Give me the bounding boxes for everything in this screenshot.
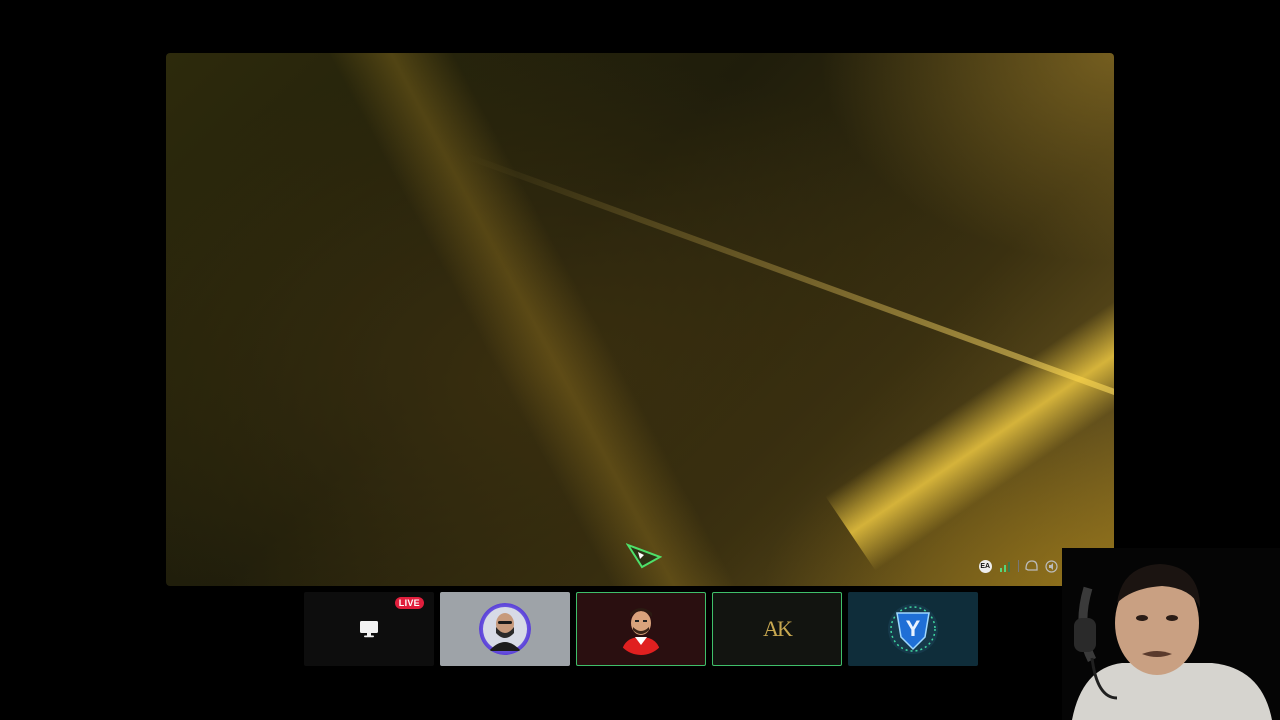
svg-text:Y: Y bbox=[906, 616, 921, 641]
participant-strip: LIVE AK Y bbox=[304, 592, 978, 666]
webcam-feed bbox=[1062, 548, 1280, 720]
helmet-icon[interactable] bbox=[1025, 559, 1039, 573]
ak-logo-avatar: AK bbox=[763, 616, 793, 641]
light-beam bbox=[825, 205, 1114, 571]
live-badge: LIVE bbox=[394, 597, 424, 609]
screen-share-tile[interactable]: LIVE bbox=[304, 592, 434, 666]
bald-man-avatar bbox=[479, 603, 531, 655]
divider bbox=[1017, 560, 1019, 572]
participant-tile[interactable] bbox=[440, 592, 570, 666]
light-beam bbox=[286, 53, 740, 586]
y-shield-avatar: Y bbox=[888, 604, 938, 654]
participant-tile[interactable] bbox=[576, 592, 706, 666]
red-jersey-avatar bbox=[621, 608, 661, 655]
stream-stage[interactable]: EA 1 bbox=[166, 53, 1114, 586]
ea-icon: EA bbox=[978, 559, 992, 573]
light-streak bbox=[464, 153, 1114, 419]
speaker-icon[interactable] bbox=[1045, 559, 1059, 573]
monitor-icon bbox=[360, 621, 378, 638]
streamer-webcam bbox=[1062, 548, 1280, 720]
participant-tile[interactable]: Y bbox=[848, 592, 978, 666]
signal-bars-icon bbox=[998, 559, 1012, 573]
participant-tile[interactable]: AK bbox=[712, 592, 842, 666]
pointer-cursor-icon bbox=[626, 543, 662, 569]
